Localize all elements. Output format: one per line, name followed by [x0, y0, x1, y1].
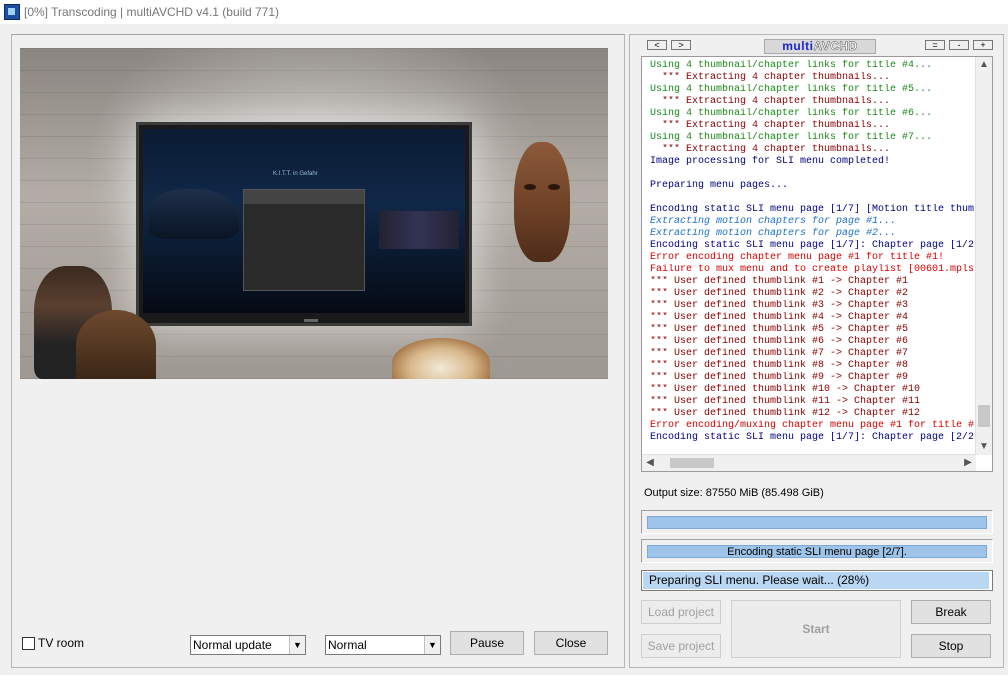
pause-button[interactable]: Pause — [450, 631, 524, 655]
brand-part1: multi — [782, 39, 814, 53]
log-line: *** User defined thumblink #5 -> Chapter… — [650, 324, 909, 335]
log-line: *** Extracting 4 chapter thumbnails... — [650, 72, 891, 83]
start-button[interactable]: Start — [731, 600, 901, 658]
log-line: *** User defined thumblink #11 -> Chapte… — [650, 396, 921, 407]
horizontal-scrollbar[interactable]: ◀ ▶ — [642, 454, 976, 471]
log-line: *** User defined thumblink #9 -> Chapter… — [650, 372, 909, 383]
scroll-left-icon[interactable]: ◀ — [644, 457, 656, 469]
log-line: Preparing menu pages... — [650, 180, 789, 191]
tv-screen: K.I.T.T. in Gefahr — [143, 129, 465, 313]
horizontal-scroll-thumb[interactable] — [670, 458, 714, 468]
save-project-button[interactable]: Save project — [641, 634, 721, 658]
log-line: *** User defined thumblink #10 -> Chapte… — [650, 384, 921, 395]
minus-button[interactable]: - — [949, 40, 969, 50]
prev-button[interactable]: < — [647, 40, 667, 50]
log-line: *** Extracting 4 chapter thumbnails... — [650, 120, 891, 131]
load-project-button[interactable]: Load project — [641, 600, 721, 624]
log-line: *** User defined thumblink #3 -> Chapter… — [650, 300, 909, 311]
log-output[interactable]: Using 4 thumbnail/chapter links for titl… — [641, 56, 993, 472]
log-line: *** User defined thumblink #12 -> Chapte… — [650, 408, 921, 419]
close-button[interactable]: Close — [534, 631, 608, 655]
output-size: Output size: 87550 MiB (85.498 GiB) — [644, 487, 824, 499]
log-line: *** User defined thumblink #4 -> Chapter… — [650, 312, 909, 323]
scroll-down-icon[interactable]: ▼ — [979, 441, 989, 453]
log-line: Encoding static SLI menu page [1/7]: Cha… — [650, 432, 974, 443]
log-line: Extracting motion chapters for page #1..… — [650, 216, 897, 227]
app-icon[interactable] — [4, 4, 20, 20]
next-button[interactable]: > — [671, 40, 691, 50]
brand-logo: multiAVCHD — [764, 39, 876, 54]
log-line: Failure to mux menu and to create playli… — [650, 264, 974, 275]
status-bar: Preparing SLI menu. Please wait... (28%) — [641, 570, 993, 591]
log-line: *** User defined thumblink #7 -> Chapter… — [650, 348, 909, 359]
update-mode-select[interactable]: Normal update ▼ — [190, 635, 306, 655]
tv-room-checkbox[interactable] — [22, 637, 35, 650]
update-mode-value: Normal update — [193, 638, 272, 652]
window-title: [0%] Transcoding | multiAVCHD v4.1 (buil… — [24, 5, 280, 19]
overall-progress-fill — [647, 516, 987, 529]
vertical-scroll-thumb[interactable] — [978, 405, 990, 427]
menu-preview-image: K.I.T.T. in Gefahr — [20, 48, 608, 379]
log-line: *** Extracting 4 chapter thumbnails... — [650, 144, 891, 155]
tv-room-label: TV room — [38, 636, 85, 650]
overall-progress-bar — [641, 510, 993, 534]
tv-thumbnails — [379, 211, 459, 249]
step-progress-bar: Encoding static SLI menu page [2/7]. — [641, 539, 993, 563]
scroll-right-icon[interactable]: ▶ — [962, 457, 974, 469]
break-button[interactable]: Break — [911, 600, 991, 624]
viewer-woman — [76, 310, 156, 379]
wall-mask-decor — [514, 142, 570, 262]
tv-menu-box — [243, 189, 365, 291]
vertical-scrollbar[interactable]: ▲ ▼ — [975, 57, 992, 455]
chevron-down-icon[interactable]: ▼ — [424, 636, 440, 654]
brand-part2: AVCHD — [813, 39, 858, 53]
log-line: *** User defined thumblink #6 -> Chapter… — [650, 336, 909, 347]
tv-logo — [304, 319, 318, 322]
equal-button[interactable]: = — [925, 40, 945, 50]
log-line: *** User defined thumblink #1 -> Chapter… — [650, 276, 909, 287]
log-line: Image processing for SLI menu completed! — [650, 156, 891, 167]
log-line: *** Extracting 4 chapter thumbnails... — [650, 96, 891, 107]
log-line: Using 4 thumbnail/chapter links for titl… — [650, 84, 933, 95]
log-line: Error encoding/muxing chapter menu page … — [650, 420, 974, 431]
plus-button[interactable]: + — [973, 40, 993, 50]
chevron-down-icon[interactable]: ▼ — [289, 636, 305, 654]
status-text: Preparing SLI menu. Please wait... (28%) — [649, 573, 870, 587]
tv-screen-title: K.I.T.T. in Gefahr — [273, 171, 318, 177]
log-lines: Using 4 thumbnail/chapter links for titl… — [650, 60, 974, 444]
log-line: Encoding static SLI menu page [1/7]: Cha… — [650, 240, 974, 251]
scroll-up-icon[interactable]: ▲ — [979, 59, 989, 71]
tv-car-image — [149, 189, 239, 239]
tv-frame: K.I.T.T. in Gefahr — [136, 122, 472, 326]
priority-value: Normal — [328, 638, 367, 652]
step-progress-label: Encoding static SLI menu page [2/7]. — [727, 546, 907, 558]
log-line: Encoding static SLI menu page [1/7] [Mot… — [650, 204, 974, 215]
log-line: *** User defined thumblink #8 -> Chapter… — [650, 360, 909, 371]
log-line: Error encoding chapter menu page #1 for … — [650, 252, 945, 263]
log-line: *** User defined thumblink #2 -> Chapter… — [650, 288, 909, 299]
log-line: Using 4 thumbnail/chapter links for titl… — [650, 108, 933, 119]
priority-select[interactable]: Normal ▼ — [325, 635, 441, 655]
log-line: Extracting motion chapters for page #2..… — [650, 228, 897, 239]
log-line: Using 4 thumbnail/chapter links for titl… — [650, 60, 933, 71]
log-line: Using 4 thumbnail/chapter links for titl… — [650, 132, 933, 143]
title-bar: [0%] Transcoding | multiAVCHD v4.1 (buil… — [0, 0, 1008, 24]
stop-button[interactable]: Stop — [911, 634, 991, 658]
